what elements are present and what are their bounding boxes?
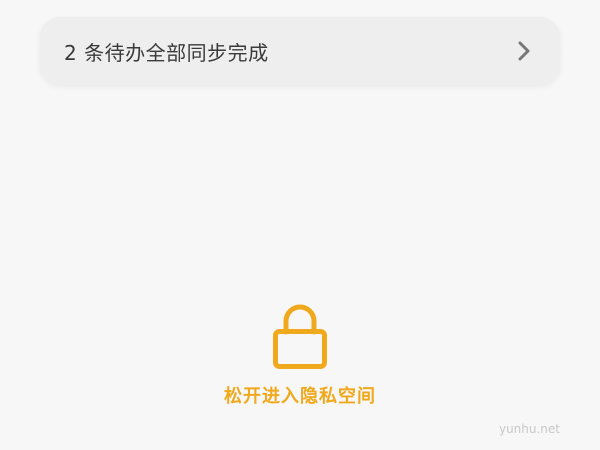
sync-status-text: 2 条待办全部同步完成 [64,40,269,65]
chevron-right-icon [516,40,532,62]
sync-status-banner[interactable]: 2 条待办全部同步完成 [40,17,560,85]
private-space-area: 松开进入隐私空间 [0,300,600,408]
release-to-enter-hint: 松开进入隐私空间 [224,386,376,407]
watermark: yunhu.net [498,422,560,436]
lock-icon [273,304,327,369]
